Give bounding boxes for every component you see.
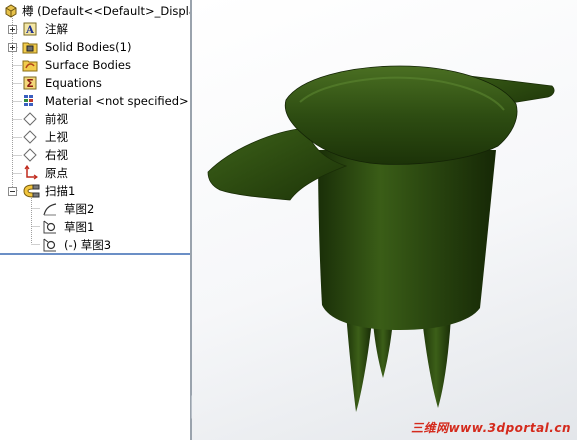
svg-text:A: A bbox=[25, 25, 34, 36]
sweep-model[interactable] bbox=[192, 0, 577, 440]
tree-item-label: 上视 bbox=[45, 130, 68, 144]
watermark: 三维网www.3dportal.cn bbox=[411, 421, 571, 435]
tree-item-front-plane[interactable]: 前视 bbox=[0, 110, 190, 128]
tree-item-top-plane[interactable]: 上视 bbox=[0, 128, 190, 146]
tree-item-equations[interactable]: Σ Equations bbox=[0, 74, 190, 92]
plane-icon bbox=[23, 112, 37, 126]
solid-bodies-folder-icon bbox=[22, 42, 38, 54]
svg-text:Σ: Σ bbox=[26, 77, 34, 90]
rollback-bar[interactable] bbox=[0, 253, 190, 255]
tree-item-label: (-) 草图3 bbox=[64, 238, 112, 252]
tree-item-label: 草图2 bbox=[64, 202, 95, 216]
expand-icon[interactable] bbox=[8, 43, 17, 52]
tree-item-material[interactable]: Material <not specified> bbox=[0, 92, 190, 110]
tree-item-annotations[interactable]: A 注解 bbox=[0, 20, 190, 38]
plane-icon bbox=[23, 130, 37, 144]
tree-item-label: Equations bbox=[45, 76, 102, 90]
tree-item-right-plane[interactable]: 右视 bbox=[0, 146, 190, 164]
tree-item-sketch1[interactable]: 草图1 bbox=[0, 218, 190, 236]
tree-item-label: Solid Bodies(1) bbox=[45, 40, 132, 54]
tree-item-sketch2[interactable]: 草图2 bbox=[0, 200, 190, 218]
sketch-icon bbox=[43, 203, 57, 216]
tree-item-origin[interactable]: 原点 bbox=[0, 164, 190, 182]
tree-item-label: 右视 bbox=[45, 148, 68, 162]
tree-item-label: Surface Bodies bbox=[45, 58, 131, 72]
graphics-area[interactable]: 三维网www.3dportal.cn bbox=[192, 0, 577, 440]
feature-manager-tree[interactable]: 樽 (Default<<Default>_Display A 注解 Solid … bbox=[0, 0, 192, 440]
annotations-icon: A bbox=[23, 22, 37, 36]
tree-item-label: 原点 bbox=[45, 166, 68, 180]
tree-item-label: 前视 bbox=[45, 112, 68, 126]
surface-bodies-folder-icon bbox=[22, 60, 38, 72]
expand-icon[interactable] bbox=[8, 25, 17, 34]
tree-item-label: 草图1 bbox=[64, 220, 95, 234]
tree-item-surface-bodies[interactable]: Surface Bodies bbox=[0, 56, 190, 74]
tree-item-label: 注解 bbox=[45, 22, 68, 36]
collapse-icon[interactable] bbox=[8, 187, 17, 196]
equations-icon: Σ bbox=[23, 76, 37, 90]
plane-icon bbox=[23, 148, 37, 162]
tree-root[interactable]: 樽 (Default<<Default>_Display bbox=[0, 2, 190, 20]
tree-root-label: 樽 (Default<<Default>_Display bbox=[22, 4, 192, 18]
tree-item-sweep[interactable]: 扫描1 bbox=[0, 182, 190, 200]
material-icon bbox=[24, 95, 33, 106]
tree-item-label: 扫描1 bbox=[45, 184, 76, 198]
sketch-icon bbox=[43, 220, 56, 234]
sweep-feature-icon bbox=[23, 184, 40, 198]
sketch-icon bbox=[43, 238, 56, 252]
origin-icon bbox=[24, 165, 38, 180]
part-icon bbox=[5, 4, 17, 18]
tree-item-label: Material <not specified> bbox=[45, 94, 189, 108]
tree-item-sketch3[interactable]: (-) 草图3 bbox=[0, 236, 190, 254]
tree-item-solid-bodies[interactable]: Solid Bodies(1) bbox=[0, 38, 190, 56]
